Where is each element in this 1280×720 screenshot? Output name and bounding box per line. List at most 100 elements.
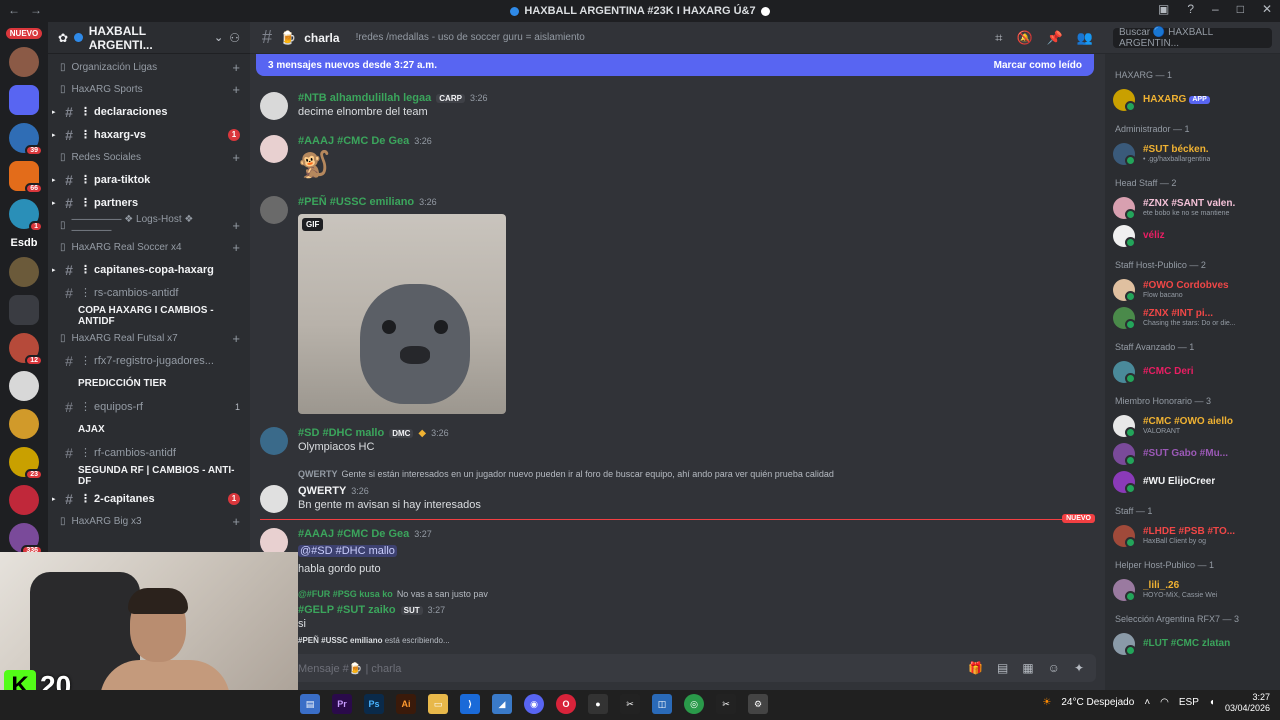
mark-read-button[interactable]: Marcar como leído	[994, 60, 1082, 71]
channel-item[interactable]: # ⋮ rs-cambios-antidf	[48, 281, 250, 304]
back-icon[interactable]: ←	[8, 3, 20, 17]
message-author[interactable]: #GELP #SUT zaiko	[298, 604, 396, 616]
message-author[interactable]: #NTB alhamdulillah legaa	[298, 92, 431, 104]
close-button[interactable]: ✕	[1262, 2, 1272, 16]
reply-preview[interactable]: QWERTY Gente si están interesados en un …	[298, 469, 834, 479]
chrome-icon[interactable]: ◎	[684, 694, 704, 714]
server-icon[interactable]	[9, 409, 39, 439]
member-item[interactable]: #CMC Deri	[1105, 358, 1280, 386]
member-item[interactable]: #ZNX #SANT valen. ete bobo ke no se manti…	[1105, 194, 1280, 222]
channel-category[interactable]: ▯ HaxARG Sports +	[48, 78, 250, 100]
server-icon[interactable]	[9, 257, 39, 287]
pin-icon[interactable]: 📌	[1047, 30, 1063, 46]
discord-icon[interactable]: ◉	[524, 694, 544, 714]
member-item[interactable]: _lili_.26 HOYO-MiX, Cassie Wei	[1105, 576, 1280, 604]
members-icon[interactable]: 👥	[1077, 30, 1093, 46]
app-icon[interactable]: ◫	[652, 694, 672, 714]
channel-category[interactable]: ▯ HaxARG Real Soccer x4 +	[48, 236, 250, 258]
message-author[interactable]: #AAAJ #CMC De Gea	[298, 528, 409, 540]
server-icon[interactable]	[9, 485, 39, 515]
channel-category[interactable]: ▯ Redes Sociales +	[48, 146, 250, 168]
illustrator-icon[interactable]: Ai	[396, 694, 416, 714]
member-item[interactable]: #OWO Cordobves Flow bacano	[1105, 276, 1280, 304]
server-icon[interactable]: 12	[9, 333, 43, 366]
member-item[interactable]: véliz	[1105, 222, 1280, 250]
vscode-icon[interactable]: ⟩	[460, 694, 480, 714]
message-author[interactable]: #AAAJ #CMC De Gea	[298, 135, 409, 147]
threads-icon[interactable]: ⌗	[995, 30, 1002, 46]
wifi-icon[interactable]: ◠	[1160, 697, 1169, 708]
add-channel-icon[interactable]: +	[232, 514, 240, 529]
folder-icon[interactable]	[9, 295, 39, 325]
server-icon[interactable]	[9, 371, 39, 401]
chevron-down-icon[interactable]: ⌄	[214, 31, 223, 44]
channel-item[interactable]: ▸ # ⋮ partners	[48, 191, 250, 214]
sticker-icon[interactable]: ▦	[1022, 661, 1033, 675]
opera-icon[interactable]: O	[556, 694, 576, 714]
server-icon[interactable]: 336	[9, 523, 43, 556]
add-channel-icon[interactable]: +	[232, 240, 240, 255]
server-icon[interactable]: 1	[9, 199, 43, 232]
member-item[interactable]: #SUT Gabo #Mu...	[1105, 440, 1280, 468]
reply-preview[interactable]: @#FUR #PSG kusa ko No vas a san justo pa…	[298, 589, 488, 599]
tray-chevron-icon[interactable]: ˄	[1144, 697, 1150, 708]
server-icon[interactable]: 23	[9, 447, 43, 480]
volume-icon[interactable]: ◖	[1209, 697, 1215, 708]
invite-icon[interactable]: ⚇	[229, 31, 240, 45]
channel-item[interactable]: ▸ # ⋮ haxarg-vs 1	[48, 123, 250, 146]
thread-item[interactable]: PREDICCIÓN TIER	[48, 372, 250, 395]
message-author[interactable]: QWERTY	[298, 485, 346, 497]
channel-item[interactable]: ▸ # ⋮ 2-capitanes 1	[48, 487, 250, 510]
inbox-icon[interactable]: ▣	[1158, 2, 1169, 16]
gif-attachment[interactable]: GIF	[298, 214, 506, 414]
weather-text[interactable]: 24°C Despejado	[1061, 697, 1134, 708]
server-icon[interactable]	[9, 47, 39, 77]
help-icon[interactable]: ?	[1187, 2, 1194, 16]
member-item[interactable]: #SUT bécken. • .gg/haxballargentina	[1105, 140, 1280, 168]
search-input[interactable]: Buscar 🔵 HAXBALL ARGENTIN...	[1113, 27, 1272, 49]
folder-icon[interactable]	[9, 85, 39, 115]
forward-icon[interactable]: →	[30, 3, 42, 17]
member-item[interactable]: #ZNX #INT pi... Chasing the stars: Do or …	[1105, 304, 1280, 332]
gif-icon[interactable]: ▤	[997, 661, 1008, 675]
app-icon[interactable]: ◢	[492, 694, 512, 714]
member-item[interactable]: #CMC #OWO aiello VALORANT	[1105, 412, 1280, 440]
channel-category[interactable]: ▯ Organización Ligas +	[48, 56, 250, 78]
avatar[interactable]	[260, 427, 288, 455]
add-channel-icon[interactable]: +	[232, 331, 240, 346]
add-channel-icon[interactable]: +	[232, 150, 240, 165]
message-author[interactable]: #SD #DHC mallo	[298, 427, 384, 439]
capcut-icon[interactable]: ✂	[620, 694, 640, 714]
file-explorer-icon[interactable]: ▤	[300, 694, 320, 714]
server-icon[interactable]: 66	[9, 161, 43, 194]
lang-indicator[interactable]: ESP	[1179, 697, 1199, 708]
message-author[interactable]: #PEÑ #USSC emiliano	[298, 196, 414, 208]
channel-item[interactable]: ▸ # ⋮ para-tiktok	[48, 168, 250, 191]
channel-item[interactable]: # ⋮ equipos-rf 1	[48, 395, 250, 418]
capcut-icon[interactable]: ✂	[716, 694, 736, 714]
avatar[interactable]	[260, 485, 288, 513]
user-mention[interactable]: @#SD #DHC mallo	[298, 545, 397, 557]
minimize-button[interactable]: –	[1212, 2, 1219, 16]
server-icon[interactable]: 39	[9, 123, 43, 156]
apps-icon[interactable]: ✦	[1074, 661, 1084, 675]
obs-icon[interactable]: ●	[588, 694, 608, 714]
thread-item[interactable]: AJAX	[48, 418, 250, 441]
mute-bell-icon[interactable]: 🔕	[1016, 30, 1032, 46]
message-input[interactable]: Mensaje #🍺 | charla 🎁 ▤ ▦ ☺ ✦	[286, 654, 1096, 682]
channel-category[interactable]: ▯ HaxARG Real Futsal x7 +	[48, 327, 250, 349]
maximize-button[interactable]: □	[1237, 2, 1244, 16]
server-header[interactable]: ✿ HAXBALL ARGENTI... ⌄ ⚇	[48, 22, 250, 54]
channel-category[interactable]: ▯ ――――― ❖ Logs-Host ❖ ―――― +	[48, 214, 250, 236]
clock[interactable]: 3:27 03/04/2026	[1225, 692, 1270, 714]
avatar[interactable]	[260, 196, 288, 224]
photoshop-icon[interactable]: Ps	[364, 694, 384, 714]
add-channel-icon[interactable]: +	[232, 218, 240, 233]
settings-icon[interactable]: ⚙	[748, 694, 768, 714]
channel-item[interactable]: ▸ # ⋮ declaraciones	[48, 100, 250, 123]
channel-item[interactable]: ▸ # ⋮ capitanes-copa-haxarg	[48, 258, 250, 281]
channel-category[interactable]: ▯ HaxARG Big x3 +	[48, 510, 250, 532]
channel-item[interactable]: # ⋮ rf-cambios-antidf	[48, 441, 250, 464]
add-channel-icon[interactable]: +	[232, 82, 240, 97]
server-esdb[interactable]: Esdb	[11, 237, 38, 249]
